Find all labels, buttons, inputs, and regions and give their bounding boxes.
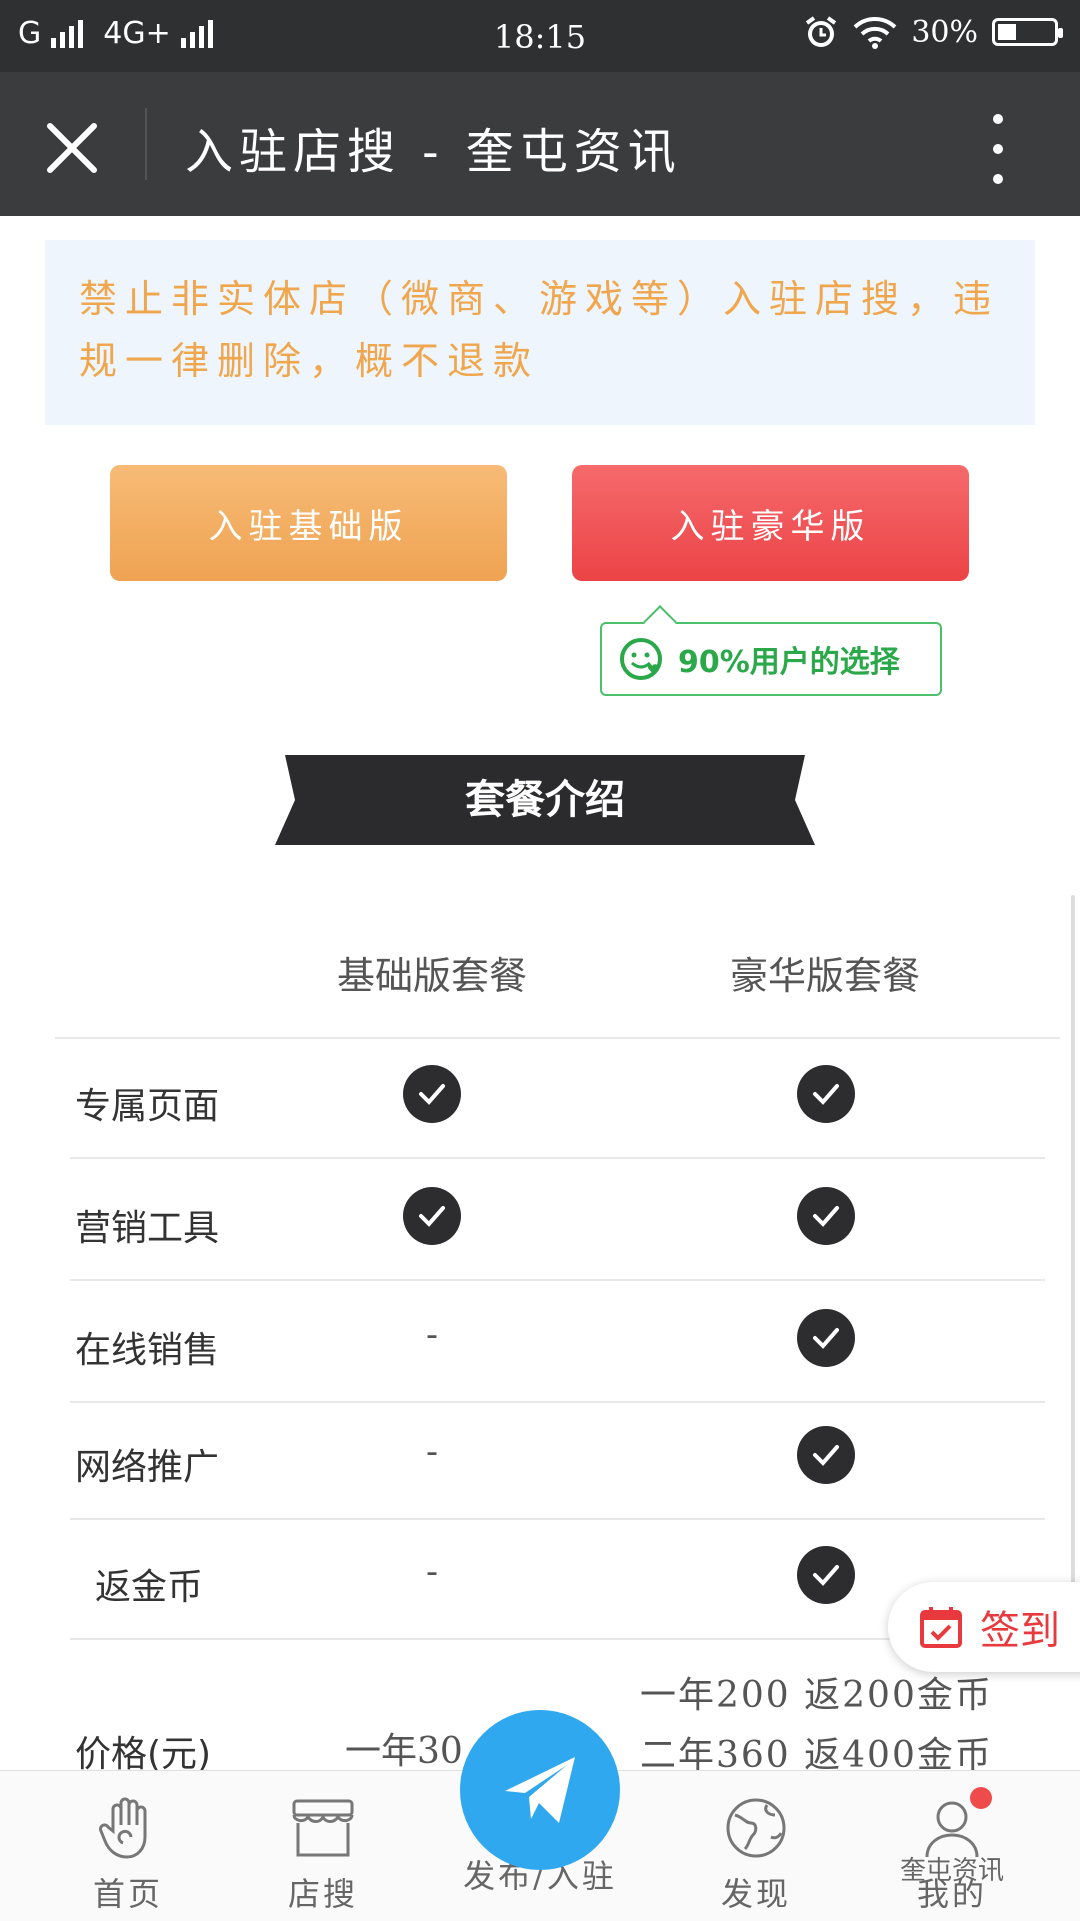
check-icon (813, 1328, 839, 1349)
column-header-basic: 基础版套餐 (336, 954, 527, 998)
check-icon (813, 1084, 839, 1105)
luxury-check-mark (797, 1065, 855, 1123)
row-label: 在线销售 (75, 1330, 220, 1371)
nav-home-label: 首页 (92, 1875, 163, 1913)
price-luxury-1year: 一年200 返200金币 (640, 1675, 993, 1716)
globe-icon (726, 1798, 786, 1858)
check-icon (813, 1445, 839, 1466)
row-label: 专属页面 (75, 1086, 220, 1127)
hand-icon (99, 1797, 147, 1859)
scrollbar[interactable] (1071, 895, 1075, 1665)
row-label: 返金币 (95, 1567, 204, 1608)
column-header-luxury: 豪华版套餐 (729, 954, 920, 998)
paper-plane-icon (505, 1757, 575, 1823)
status-bar: G 4G+ 18:15 30% (0, 0, 1080, 72)
notice-banner: 禁止非实体店（微商、游戏等）入驻店搜，违规一律删除，概不退款 (45, 240, 1035, 425)
nav-shops[interactable]: 店搜 (233, 1771, 413, 1921)
basic-check-mark (403, 1187, 461, 1245)
smile-heart-icon (620, 638, 662, 680)
watermark: 奎屯资讯 (900, 1856, 1005, 1886)
nav-shops-label: 店搜 (287, 1875, 358, 1913)
luxury-check-mark (797, 1187, 855, 1245)
more-menu-button[interactable] (980, 114, 1016, 184)
check-icon (813, 1565, 839, 1586)
close-icon (47, 123, 97, 173)
sign-in-button[interactable]: 签到 (888, 1582, 1080, 1672)
shop-icon (292, 1799, 354, 1857)
check-icon (813, 1206, 839, 1227)
sign-in-label: 签到 (980, 1608, 1060, 1654)
check-icon (419, 1084, 445, 1105)
table-divider (70, 1518, 1045, 1520)
basic-dash: - (425, 1315, 439, 1355)
table-divider (70, 1157, 1045, 1159)
notification-dot (970, 1787, 992, 1809)
close-button[interactable] (36, 112, 108, 184)
page-title: 入驻店搜 - 奎屯资讯 (185, 124, 682, 180)
luxury-check-mark (797, 1546, 855, 1604)
wifi-icon (853, 17, 897, 49)
title-divider (145, 108, 147, 180)
popular-choice-badge: 90%用户的选择 (600, 622, 942, 696)
luxury-check-mark (797, 1426, 855, 1484)
nav-discover[interactable]: 发现 (666, 1771, 846, 1921)
nav-mine[interactable]: 我的 (862, 1771, 1042, 1921)
title-bar: 入驻店搜 - 奎屯资讯 (0, 72, 1080, 216)
table-divider (70, 1401, 1045, 1403)
table-divider (55, 1037, 1060, 1039)
calendar-check-icon (920, 1607, 962, 1648)
battery-icon (992, 18, 1063, 46)
publish-button[interactable] (460, 1710, 620, 1870)
basic-check-mark (403, 1065, 461, 1123)
section-title: 套餐介绍 (465, 777, 625, 823)
price-basic: 一年30 (345, 1731, 463, 1772)
alarm-icon (806, 16, 837, 47)
nav-discover-label: 发现 (720, 1875, 791, 1913)
basic-dash: - (425, 1432, 439, 1472)
row-label: 网络推广 (75, 1447, 220, 1488)
luxury-check-mark (797, 1309, 855, 1367)
popular-choice-text: 90%用户的选择 (678, 645, 900, 680)
nav-home[interactable]: 首页 (38, 1771, 218, 1921)
join-luxury-button[interactable]: 入驻豪华版 (572, 465, 969, 581)
row-label: 营销工具 (75, 1208, 220, 1249)
status-right: 30% (803, 14, 1063, 50)
join-basic-button[interactable]: 入驻基础版 (110, 465, 507, 581)
check-icon (419, 1206, 445, 1227)
basic-dash: - (425, 1552, 439, 1592)
battery-percent: 30% (911, 14, 978, 50)
table-divider (70, 1279, 1045, 1281)
